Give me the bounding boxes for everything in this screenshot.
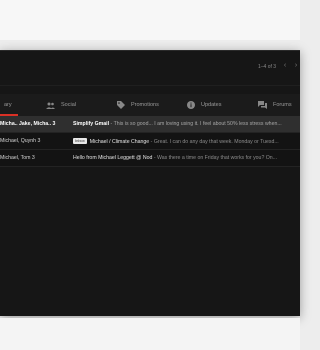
email-row[interactable]: Micha.. Jake, Micha.. 3 Simplify Gmail -…	[0, 116, 300, 133]
pagination-text: 1–4 of 3	[258, 64, 277, 70]
inbox-label-badge[interactable]: Inbox	[73, 138, 87, 144]
email-row[interactable]: Michael, Tom 3 Hello from Michael Legget…	[0, 150, 300, 167]
tab-primary-label: ary	[4, 102, 12, 108]
category-tabs: ary Social Promotions Updates Forums	[0, 94, 300, 117]
email-snippet: - This is so good... I am loving using i…	[109, 121, 282, 127]
email-subject: Hello from Michael Leggett @ Nod	[73, 155, 153, 161]
email-subject: Michael / Climate Change	[89, 139, 150, 145]
email-row[interactable]: Michael, Quynh 3 Inbox Michael / Climate …	[0, 133, 300, 150]
email-sender: Michael, Tom 3	[0, 155, 35, 161]
forum-icon	[258, 101, 267, 109]
tab-social[interactable]: Social	[46, 94, 76, 116]
tag-icon	[117, 101, 125, 109]
email-preview: Hello from Michael Leggett @ Nod - Was t…	[73, 155, 300, 161]
tab-promotions-label: Promotions	[131, 102, 159, 108]
tab-primary[interactable]: ary	[0, 94, 18, 116]
chevron-left-icon[interactable]: ‹	[281, 62, 289, 70]
background-top	[0, 0, 300, 40]
people-icon	[46, 102, 55, 109]
tab-updates[interactable]: Updates	[187, 94, 222, 116]
tab-social-label: Social	[61, 102, 76, 108]
tab-forums[interactable]: Forums	[258, 94, 292, 116]
gmail-window: 1–4 of 3 ‹ ›	[0, 50, 300, 316]
email-subject: Simplify Gmail	[73, 121, 110, 127]
email-sender: Michael, Quynh 3	[0, 138, 41, 144]
tab-forums-label: Forums	[273, 102, 292, 108]
email-preview: Simplify Gmail - This is so good... I am…	[73, 121, 300, 127]
email-snippet: - Was there a time on Friday that works …	[152, 155, 278, 161]
tab-promotions[interactable]: Promotions	[117, 94, 159, 116]
background-bottom	[0, 318, 300, 350]
email-snippet: - Great. I can do any day that week. Mon…	[149, 139, 279, 145]
email-sender: Micha.. Jake, Micha.. 3	[0, 121, 56, 127]
tab-updates-label: Updates	[201, 102, 222, 108]
toolbar: 1–4 of 3 ‹ ›	[0, 51, 300, 86]
chevron-right-icon[interactable]: ›	[292, 62, 300, 70]
email-preview: Inbox Michael / Climate Change - Great. I…	[73, 138, 300, 145]
info-icon	[187, 101, 195, 109]
